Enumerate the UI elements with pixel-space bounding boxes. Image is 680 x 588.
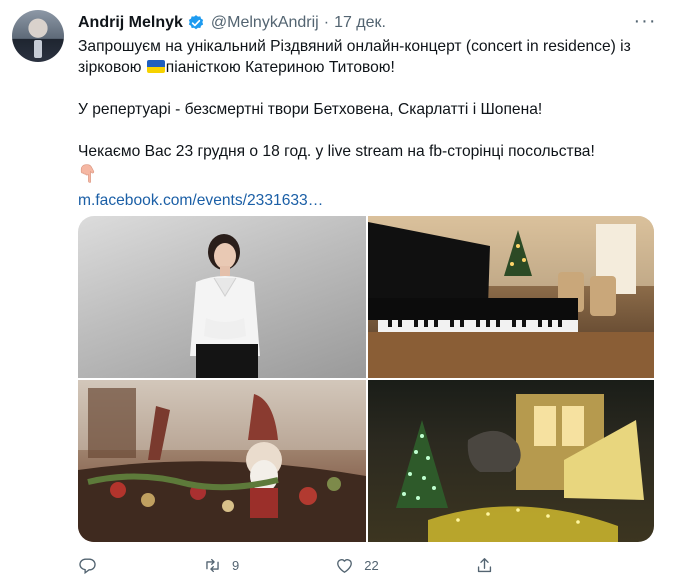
heart-icon	[337, 558, 353, 573]
tweet[interactable]: Andrij Melnyk @MelnykAndrij · 17 дек. ··…	[0, 0, 680, 588]
pianist-illustration	[190, 234, 260, 378]
event-link[interactable]: m.facebook.com/events/2331633…	[78, 192, 323, 209]
retweet-icon	[206, 558, 219, 572]
author-name[interactable]: Andrij Melnyk	[78, 14, 183, 32]
like-button[interactable]: 22	[335, 556, 379, 575]
verified-badge-icon	[188, 15, 204, 30]
piano-room-illustration	[368, 216, 654, 378]
ukraine-flag-icon	[146, 60, 165, 73]
photo-night-garden[interactable]	[368, 380, 654, 542]
tweet-header: Andrij Melnyk @MelnykAndrij · 17 дек.	[78, 12, 386, 34]
avatar-tie	[34, 40, 42, 58]
tweet-text: Запрошуєм на унікальний Різдвяний онлайн…	[78, 36, 668, 211]
media-grid	[78, 216, 654, 542]
like-count: 22	[364, 557, 379, 573]
christmas-gnome-illustration	[78, 380, 366, 542]
header-separator: ·	[323, 14, 330, 31]
tweet-date[interactable]: 17 дек.	[334, 14, 386, 32]
photo-christmas-gnome[interactable]	[78, 380, 366, 542]
pointing-down-hand-icon	[80, 164, 95, 183]
retweet-count: 9	[232, 557, 240, 573]
author-handle[interactable]: @MelnykAndrij	[211, 14, 319, 32]
more-options-icon[interactable]: ···	[630, 8, 660, 34]
night-garden-illustration	[396, 394, 644, 542]
photo-piano-room[interactable]	[368, 216, 654, 378]
avatar[interactable]	[12, 10, 64, 62]
tweet-paragraph-3: Чекаємо Вас 23 грудня о 18 год. у live s…	[78, 143, 595, 160]
retweet-button[interactable]: 9	[203, 556, 239, 575]
share-icon	[477, 557, 491, 572]
tweet-line1-part2: піаністкою Катериною Титовою!	[165, 59, 395, 76]
tweet-actions: 9 22	[78, 552, 654, 578]
more-options-label: ···	[633, 9, 657, 32]
photo-pianist[interactable]	[78, 216, 366, 378]
tweet-paragraph-1: Запрошуєм на унікальний Різдвяний онлайн…	[78, 36, 668, 78]
share-button[interactable]	[475, 556, 504, 575]
tweet-paragraph-2: У репертуарі - безсмертні твори Бетховен…	[78, 101, 543, 118]
reply-button[interactable]	[78, 556, 107, 575]
reply-icon	[79, 557, 96, 574]
